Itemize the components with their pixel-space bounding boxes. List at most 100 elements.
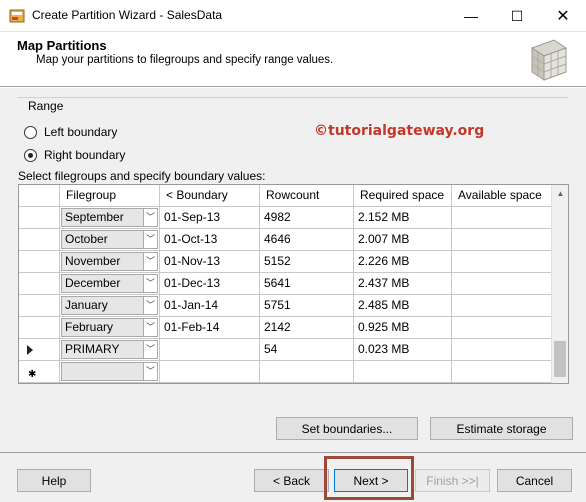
available-space-cell xyxy=(452,295,553,317)
rowcount-cell: 5751 xyxy=(260,295,354,317)
boundary-cell[interactable] xyxy=(160,361,260,383)
column-available-space[interactable]: Available space xyxy=(452,185,553,207)
set-boundaries-button[interactable]: Set boundaries... xyxy=(276,417,418,440)
row-header[interactable] xyxy=(19,295,60,317)
filegroup-cell: October ﹀ xyxy=(60,229,160,251)
chevron-down-icon[interactable]: ﹀ xyxy=(143,319,157,336)
app-icon xyxy=(9,9,25,23)
left-boundary-radio[interactable]: Left boundary xyxy=(24,125,117,139)
row-header[interactable] xyxy=(19,339,60,361)
right-boundary-radio[interactable]: Right boundary xyxy=(24,148,125,162)
filegroup-dropdown[interactable]: February ﹀ xyxy=(61,318,158,337)
available-space-cell xyxy=(452,207,553,229)
filegroup-dropdown[interactable]: September ﹀ xyxy=(61,208,158,227)
available-space-cell xyxy=(452,361,553,383)
chevron-down-icon[interactable]: ﹀ xyxy=(143,341,157,358)
close-button[interactable]: ✕ xyxy=(540,0,586,32)
table-row[interactable]: November ﹀ 01-Nov-13 5152 2.226 MB xyxy=(19,251,553,273)
chevron-down-icon[interactable]: ﹀ xyxy=(143,275,157,292)
scrollbar-thumb[interactable] xyxy=(554,341,566,377)
vertical-scrollbar[interactable]: ▲ xyxy=(551,185,568,383)
back-button[interactable]: < Back xyxy=(254,469,329,492)
radio-circle xyxy=(24,125,37,139)
required-space-cell: 2.485 MB xyxy=(354,295,452,317)
rowcount-cell xyxy=(260,361,354,383)
rowcount-cell: 5152 xyxy=(260,251,354,273)
table-row[interactable]: December ﹀ 01-Dec-13 5641 2.437 MB xyxy=(19,273,553,295)
available-space-cell xyxy=(452,229,553,251)
maximize-icon: ☐ xyxy=(510,7,524,24)
table-row[interactable]: October ﹀ 01-Oct-13 4646 2.007 MB xyxy=(19,229,553,251)
chevron-down-icon[interactable]: ﹀ xyxy=(143,231,157,248)
required-space-cell: 2.007 MB xyxy=(354,229,452,251)
available-space-cell xyxy=(452,251,553,273)
row-header[interactable] xyxy=(19,251,60,273)
page-subtitle: Map your partitions to filegroups and sp… xyxy=(36,54,334,66)
maximize-button[interactable]: ☐ xyxy=(494,0,540,32)
cancel-button[interactable]: Cancel xyxy=(497,469,572,492)
grid-header: Filegroup < Boundary Rowcount Required s… xyxy=(19,185,568,207)
filegroup-dropdown[interactable]: November ﹀ xyxy=(61,252,158,271)
filegroup-cell: January ﹀ xyxy=(60,295,160,317)
partition-cube-icon xyxy=(530,39,568,81)
chevron-down-icon[interactable]: ﹀ xyxy=(143,209,157,226)
chevron-down-icon[interactable]: ﹀ xyxy=(143,253,157,270)
minimize-icon: — xyxy=(464,8,478,24)
row-header[interactable] xyxy=(19,207,60,229)
filegroup-cell: December ﹀ xyxy=(60,273,160,295)
column-boundary[interactable]: < Boundary xyxy=(160,185,260,207)
table-row[interactable]: PRIMARY ﹀ 54 0.023 MB xyxy=(19,339,553,361)
row-header[interactable] xyxy=(19,229,60,251)
boundary-cell[interactable] xyxy=(160,339,260,361)
chevron-down-icon[interactable]: ﹀ xyxy=(143,297,157,314)
filegroup-cell: February ﹀ xyxy=(60,317,160,339)
filegroup-dropdown[interactable]: December ﹀ xyxy=(61,274,158,293)
column-required-space[interactable]: Required space xyxy=(354,185,452,207)
filegroup-dropdown[interactable]: ﹀ xyxy=(61,362,158,381)
row-header[interactable] xyxy=(19,273,60,295)
partition-grid[interactable]: Filegroup < Boundary Rowcount Required s… xyxy=(18,184,569,384)
boundary-cell[interactable]: 01-Sep-13 xyxy=(160,207,260,229)
finish-button[interactable]: Finish >>| xyxy=(415,469,490,492)
window-title: Create Partition Wizard - SalesData xyxy=(32,8,223,22)
table-row[interactable]: February ﹀ 01-Feb-14 2142 0.925 MB xyxy=(19,317,553,339)
required-space-cell xyxy=(354,361,452,383)
row-pointer-icon xyxy=(27,345,33,355)
right-boundary-label: Right boundary xyxy=(44,148,126,162)
filegroup-cell: ﹀ xyxy=(60,361,160,383)
filegroup-dropdown[interactable]: January ﹀ xyxy=(61,296,158,315)
filegroup-value: October xyxy=(65,232,108,246)
rowcount-cell: 2142 xyxy=(260,317,354,339)
filegroup-value: November xyxy=(65,254,121,268)
minimize-button[interactable]: — xyxy=(448,0,494,32)
close-icon: ✕ xyxy=(556,8,570,25)
boundary-cell[interactable]: 01-Feb-14 xyxy=(160,317,260,339)
table-row[interactable]: September ﹀ 01-Sep-13 4982 2.152 MB xyxy=(19,207,553,229)
scroll-up-icon[interactable]: ▲ xyxy=(552,185,568,202)
range-group: Range Left boundary Right boundary ©tuto… xyxy=(17,97,568,167)
required-space-cell: 2.226 MB xyxy=(354,251,452,273)
boundary-cell[interactable]: 01-Nov-13 xyxy=(160,251,260,273)
title-bar: Create Partition Wizard - SalesData — ☐ … xyxy=(0,0,586,32)
boundary-cell[interactable]: 01-Dec-13 xyxy=(160,273,260,295)
left-boundary-label: Left boundary xyxy=(44,125,118,139)
table-row[interactable]: January ﹀ 01-Jan-14 5751 2.485 MB xyxy=(19,295,553,317)
row-header[interactable]: ✱ xyxy=(19,361,60,383)
row-header[interactable] xyxy=(19,317,60,339)
filegroup-cell: November ﹀ xyxy=(60,251,160,273)
estimate-storage-button[interactable]: Estimate storage xyxy=(430,417,573,440)
boundary-cell[interactable]: 01-Jan-14 xyxy=(160,295,260,317)
wizard-header: Map Partitions Map your partitions to fi… xyxy=(0,32,586,87)
help-button[interactable]: Help xyxy=(17,469,91,492)
table-row[interactable]: ✱ ﹀ xyxy=(19,361,553,383)
filegroup-dropdown[interactable]: PRIMARY ﹀ xyxy=(61,340,158,359)
required-space-cell: 0.023 MB xyxy=(354,339,452,361)
column-filegroup[interactable]: Filegroup xyxy=(60,185,160,207)
filegroup-dropdown[interactable]: October ﹀ xyxy=(61,230,158,249)
boundary-cell[interactable]: 01-Oct-13 xyxy=(160,229,260,251)
page-title: Map Partitions xyxy=(17,38,107,53)
chevron-down-icon[interactable]: ﹀ xyxy=(143,363,157,380)
available-space-cell xyxy=(452,317,553,339)
radio-circle-checked xyxy=(24,148,37,162)
column-rowcount[interactable]: Rowcount xyxy=(260,185,354,207)
